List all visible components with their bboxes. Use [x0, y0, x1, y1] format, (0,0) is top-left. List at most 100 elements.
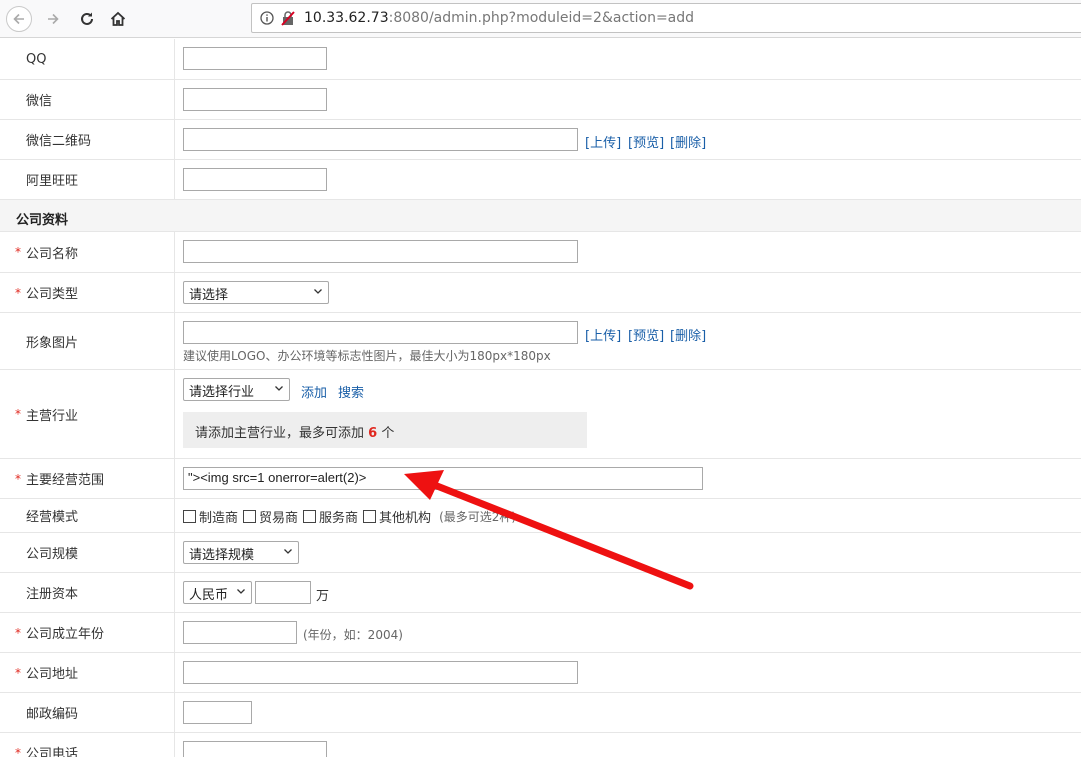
business-mode-checkboxes: 制造商 贸易商 服务商 其他机构 (最多可选2种) — [183, 507, 516, 526]
section-company-info: 公司资料 — [0, 200, 1081, 232]
company-type-select[interactable]: 请选择 — [183, 281, 329, 304]
founded-year-label: * 公司成立年份 — [0, 613, 175, 652]
wechat-qr-preview-link[interactable]: [预览] — [628, 132, 664, 151]
forward-button[interactable] — [40, 6, 66, 32]
mode-option-service[interactable]: 服务商 — [303, 507, 358, 526]
image-preview-link[interactable]: [预览] — [628, 325, 664, 344]
company-name-input[interactable] — [183, 240, 578, 263]
wechat-label-text: 微信 — [26, 94, 53, 109]
chevron-down-icon — [237, 589, 245, 594]
row-registered-capital: 注册资本 人民币 万 — [0, 573, 1081, 613]
row-company-name: * 公司名称 — [0, 232, 1081, 273]
industry-search-link[interactable]: 搜索 — [338, 382, 364, 401]
mode-option-manufacturer[interactable]: 制造商 — [183, 507, 238, 526]
industry-label-text: 主营行业 — [26, 408, 79, 424]
industry-notice-count: 6 — [368, 426, 378, 441]
mode-option-trader[interactable]: 贸易商 — [243, 507, 298, 526]
company-scale-select[interactable]: 请选择规模 — [183, 541, 299, 564]
currency-select[interactable]: 人民币 — [183, 581, 252, 604]
company-type-select-value: 请选择 — [189, 288, 229, 303]
insecure-lock-icon — [281, 11, 295, 26]
company-type-label: * 公司类型 — [0, 273, 175, 312]
wechat-qr-input[interactable] — [183, 128, 578, 151]
company-phone-label-text: 公司电话 — [26, 747, 79, 757]
required-star: * — [15, 245, 21, 259]
checkbox[interactable] — [243, 510, 257, 523]
qq-label-text: QQ — [26, 51, 47, 67]
required-star: * — [15, 745, 21, 757]
company-name-label: * 公司名称 — [0, 232, 175, 272]
browser-toolbar: 10.33.62.73:8080/admin.php?moduleid=2&ac… — [0, 0, 1081, 38]
reload-button[interactable] — [74, 6, 100, 32]
company-scale-label: 公司规模 — [0, 533, 175, 572]
company-phone-input[interactable] — [183, 741, 327, 757]
founded-year-label-text: 公司成立年份 — [26, 627, 105, 642]
wechat-input[interactable] — [183, 88, 327, 111]
company-form: QQ 微信 微信二维码 [上传] [预览] [删除] 阿里旺旺 公司资料 * 公司… — [0, 39, 1081, 757]
back-button[interactable] — [6, 6, 32, 32]
arrow-right-icon — [48, 13, 59, 25]
business-scope-label: * 主要经营范围 — [0, 459, 175, 498]
mode-option-label: 服务商 — [319, 511, 359, 526]
capital-input[interactable] — [255, 581, 311, 604]
row-founded-year: * 公司成立年份 (年份，如：2004) — [0, 613, 1081, 653]
company-scale-label-text: 公司规模 — [26, 547, 79, 562]
row-postcode: 邮政编码 — [0, 693, 1081, 733]
aliwangwang-label-text: 阿里旺旺 — [26, 174, 79, 189]
home-icon — [110, 11, 126, 26]
aliwangwang-input[interactable] — [183, 168, 327, 191]
arrow-left-icon — [13, 13, 24, 25]
company-name-label-text: 公司名称 — [26, 246, 79, 262]
required-star: * — [15, 285, 21, 300]
company-address-input[interactable] — [183, 661, 578, 684]
registered-capital-label: 注册资本 — [0, 573, 175, 612]
checkbox[interactable] — [363, 510, 377, 523]
postcode-input[interactable] — [183, 701, 252, 724]
row-company-type: * 公司类型 请选择 — [0, 273, 1081, 313]
business-mode-label: 经营模式 — [0, 499, 175, 532]
chevron-down-icon — [275, 386, 283, 391]
company-address-label-text: 公司地址 — [26, 667, 79, 682]
founded-year-input[interactable] — [183, 621, 297, 644]
industry-add-link[interactable]: 添加 — [301, 382, 327, 401]
chevron-down-icon — [284, 549, 292, 554]
checkbox[interactable] — [183, 510, 196, 523]
mode-option-label: 贸易商 — [259, 511, 299, 526]
address-bar[interactable]: 10.33.62.73:8080/admin.php?moduleid=2&ac… — [251, 3, 1081, 33]
image-input[interactable] — [183, 321, 578, 344]
image-label: 形象图片 — [0, 313, 175, 369]
mode-option-label: 制造商 — [199, 511, 239, 526]
row-company-scale: 公司规模 请选择规模 — [0, 533, 1081, 573]
business-scope-input[interactable]: "><img src=1 onerror=alert(2)> — [183, 467, 703, 490]
wechat-qr-delete-link[interactable]: [删除] — [670, 132, 706, 151]
url-path: :8080/admin.php?moduleid=2&action=add — [388, 10, 695, 26]
wechat-qr-upload-link[interactable]: [上传] — [585, 132, 621, 151]
mode-option-other[interactable]: 其他机构 — [363, 507, 431, 526]
company-type-label-text: 公司类型 — [26, 287, 79, 302]
checkbox[interactable] — [303, 510, 317, 523]
image-upload-link[interactable]: [上传] — [585, 325, 621, 344]
industry-label: * 主营行业 — [0, 370, 175, 458]
required-star: * — [15, 471, 21, 486]
industry-select[interactable]: 请选择行业 — [183, 378, 290, 401]
qq-label: QQ — [0, 39, 175, 79]
row-industry: * 主营行业 请选择行业 添加 搜索 请添加主营行业，最多可添加 6 个 — [0, 370, 1081, 459]
row-qq: QQ — [0, 39, 1081, 80]
industry-notice: 请添加主营行业，最多可添加 6 个 — [183, 412, 587, 448]
aliwangwang-label: 阿里旺旺 — [0, 160, 175, 199]
image-delete-link[interactable]: [删除] — [670, 325, 706, 344]
row-aliwangwang: 阿里旺旺 — [0, 160, 1081, 200]
required-star: * — [15, 665, 21, 680]
row-wechat-qr: 微信二维码 [上传] [预览] [删除] — [0, 120, 1081, 160]
postcode-label: 邮政编码 — [0, 693, 175, 732]
wechat-qr-label-text: 微信二维码 — [26, 134, 92, 149]
industry-notice-suffix: 个 — [381, 426, 395, 441]
home-button[interactable] — [105, 6, 131, 32]
row-company-address: * 公司地址 — [0, 653, 1081, 693]
mode-option-label: 其他机构 — [379, 511, 432, 526]
capital-unit: 万 — [316, 589, 330, 604]
industry-select-value: 请选择行业 — [189, 385, 255, 400]
qq-input[interactable] — [183, 47, 327, 70]
info-icon[interactable] — [260, 11, 274, 25]
business-mode-hint: (最多可选2种) — [439, 510, 517, 524]
